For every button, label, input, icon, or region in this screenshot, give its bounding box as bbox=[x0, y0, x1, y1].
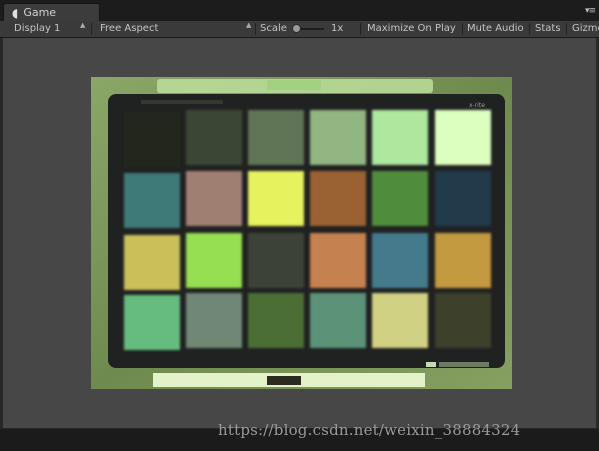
color-swatch bbox=[186, 171, 242, 226]
color-swatch bbox=[124, 173, 180, 228]
gizmos-dropdown[interactable]: Gizmos bbox=[572, 21, 599, 37]
color-swatch bbox=[124, 112, 180, 167]
color-swatch bbox=[310, 110, 366, 165]
scale-value: 1x bbox=[331, 23, 344, 34]
scale-label: Scale bbox=[260, 23, 287, 34]
color-swatch bbox=[248, 110, 304, 165]
color-swatch bbox=[124, 295, 180, 350]
color-swatch bbox=[372, 293, 428, 348]
tab-menu-icon[interactable]: ▾≡ bbox=[585, 6, 596, 16]
color-swatch bbox=[248, 293, 304, 348]
color-swatch bbox=[435, 171, 491, 226]
color-swatch bbox=[435, 110, 491, 165]
game-render: x-rite bbox=[91, 77, 512, 389]
color-swatch bbox=[310, 293, 366, 348]
aspect-dropdown-label: Free Aspect bbox=[100, 23, 159, 34]
color-swatch bbox=[124, 235, 180, 290]
display-dropdown-arrow-icon: ▲ bbox=[80, 21, 86, 29]
scale-slider-thumb[interactable] bbox=[292, 24, 301, 33]
tab-game-label: Game bbox=[23, 6, 57, 19]
toolbar-separator bbox=[529, 23, 530, 35]
tab-bar: ◖ Game ▾≡ bbox=[0, 0, 599, 21]
game-toolbar: Display 1 ▲ Free Aspect ▲ Scale 1x Maxim… bbox=[0, 21, 599, 38]
toolbar-separator bbox=[360, 23, 361, 35]
aspect-dropdown-arrow-icon: ▲ bbox=[246, 21, 252, 29]
color-swatch bbox=[372, 171, 428, 226]
toolbar-separator bbox=[462, 23, 463, 35]
color-swatch bbox=[248, 171, 304, 226]
toolbar-separator bbox=[255, 23, 256, 35]
toolbar-separator bbox=[91, 23, 92, 35]
svg-text:x-rite: x-rite bbox=[469, 102, 485, 109]
color-swatch bbox=[186, 293, 242, 348]
display-dropdown-label: Display 1 bbox=[14, 23, 61, 34]
aspect-dropdown[interactable]: Free Aspect bbox=[100, 21, 250, 37]
mute-audio-toggle[interactable]: Mute Audio bbox=[467, 21, 524, 37]
color-swatch bbox=[310, 171, 366, 226]
color-swatch bbox=[435, 293, 491, 348]
color-checker-image: x-rite bbox=[91, 77, 512, 389]
display-dropdown[interactable]: Display 1 bbox=[14, 21, 89, 37]
toolbar-separator bbox=[566, 23, 567, 35]
color-swatch bbox=[186, 233, 242, 288]
color-swatch bbox=[372, 233, 428, 288]
unity-game-icon: ◖ bbox=[12, 5, 19, 20]
color-swatch bbox=[310, 233, 366, 288]
maximize-on-play-toggle[interactable]: Maximize On Play bbox=[367, 21, 456, 37]
tab-game[interactable]: ◖ Game bbox=[3, 3, 100, 21]
color-swatch bbox=[186, 110, 242, 165]
color-swatch bbox=[372, 110, 428, 165]
color-swatch bbox=[435, 233, 491, 288]
color-swatch bbox=[248, 233, 304, 288]
stats-toggle[interactable]: Stats bbox=[535, 21, 561, 37]
watermark-text: https://blog.csdn.net/weixin_38884324 bbox=[218, 421, 521, 439]
